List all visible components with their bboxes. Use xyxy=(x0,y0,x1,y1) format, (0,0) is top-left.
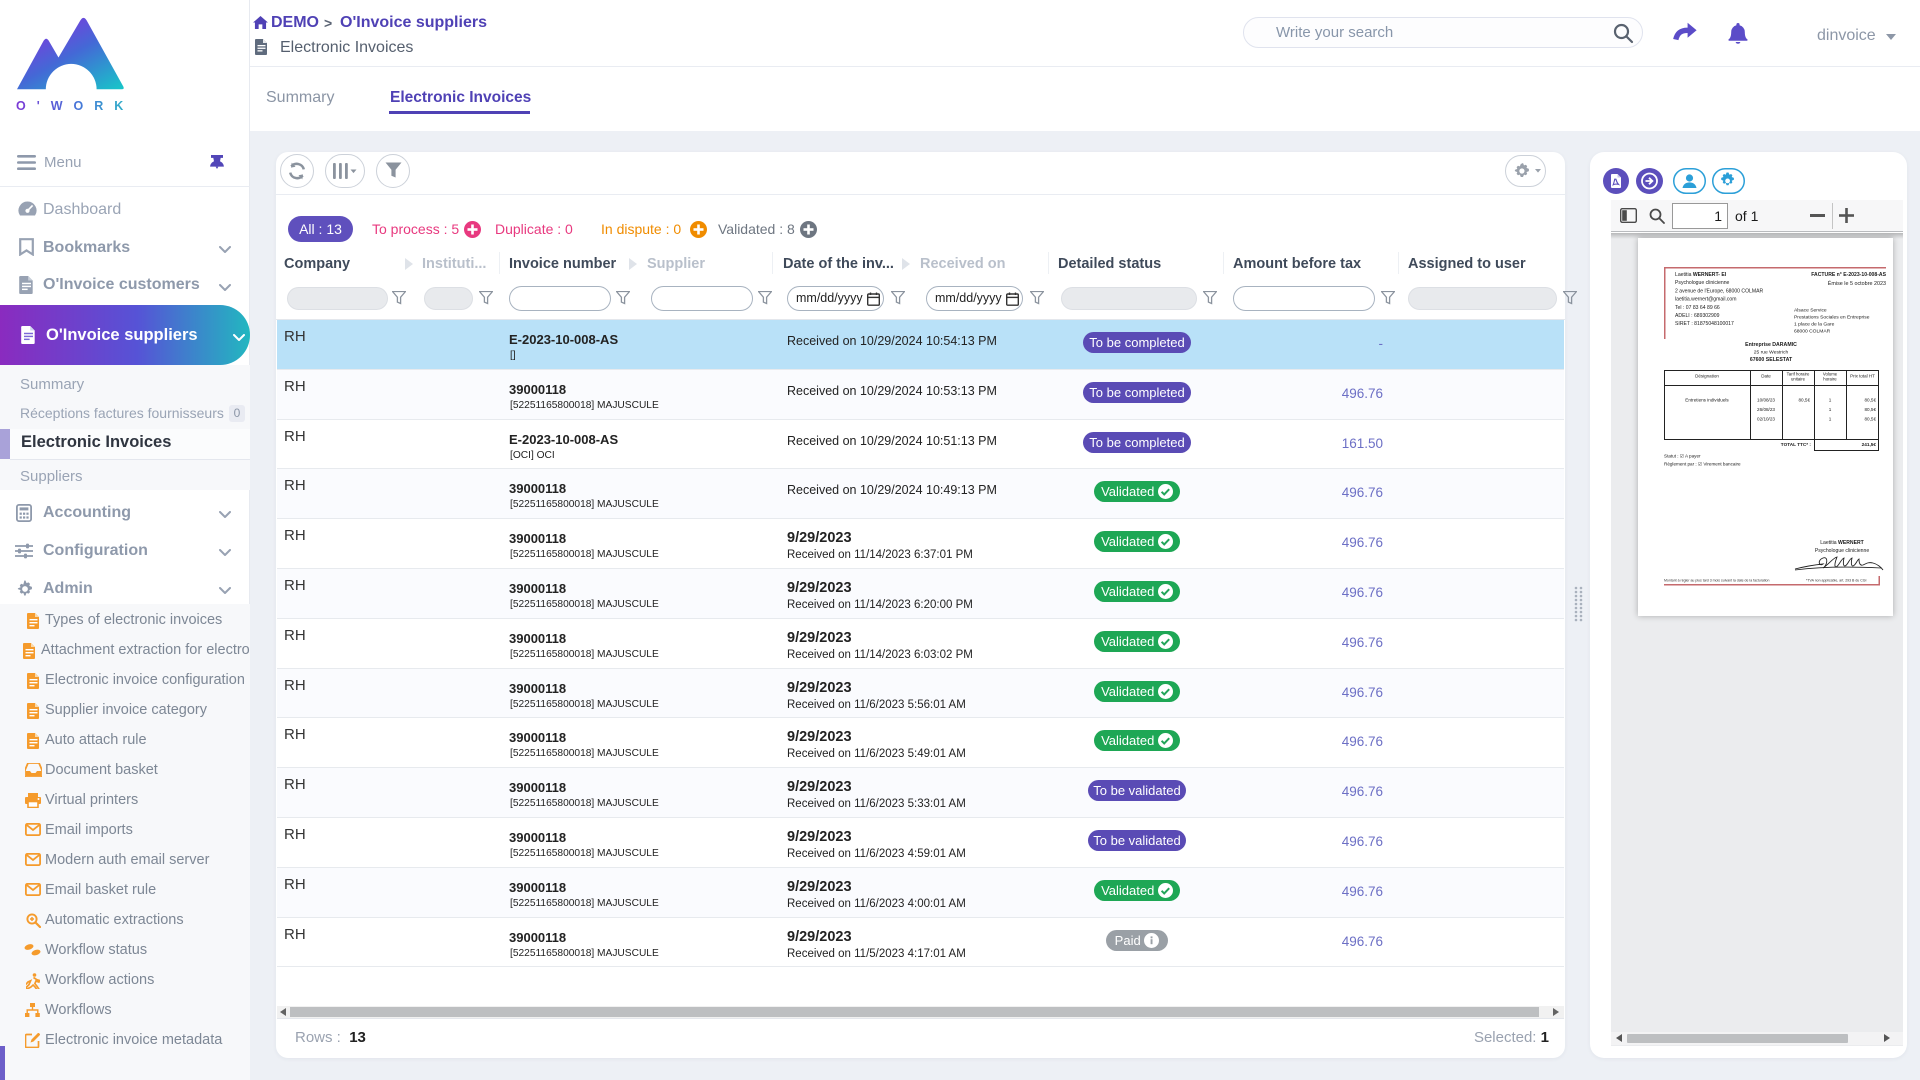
svg-text:O'WORK: O'WORK xyxy=(16,99,134,113)
